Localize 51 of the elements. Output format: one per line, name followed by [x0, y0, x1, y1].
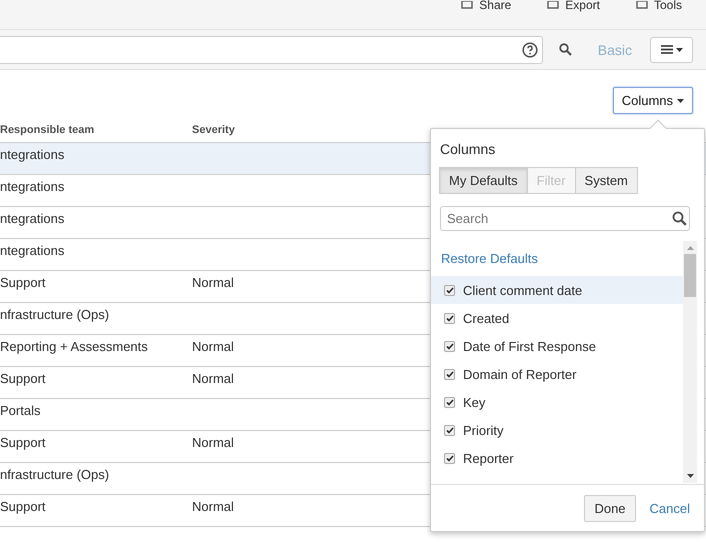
toolbar-action[interactable]: Export — [547, 0, 600, 12]
menu-icon — [660, 45, 672, 54]
checkbox[interactable] — [444, 424, 455, 436]
checkbox[interactable] — [444, 452, 455, 464]
checkbox[interactable] — [444, 396, 455, 408]
columns-button[interactable]: Columns — [612, 87, 693, 114]
popup-title: Columns — [440, 141, 496, 157]
checkbox[interactable] — [444, 284, 455, 296]
column-option[interactable]: Date of First Response — [431, 332, 683, 360]
toolbar-action[interactable]: Share — [461, 0, 512, 12]
table-cell-text: ntegrations — [0, 179, 64, 196]
search-icon — [672, 211, 687, 226]
scroll-down-icon[interactable] — [686, 474, 694, 478]
table-cell-text: Normal — [192, 371, 234, 388]
table-cell-text: Normal — [192, 499, 234, 516]
caret-icon — [676, 48, 682, 52]
menu-button[interactable] — [650, 36, 693, 62]
table-cell-text: Normal — [192, 339, 234, 356]
toolbar-action[interactable]: Tools — [636, 0, 682, 12]
tab[interactable]: System — [574, 167, 638, 194]
search-icon — [558, 43, 572, 56]
scrollbar-thumb[interactable] — [684, 254, 696, 297]
checkbox[interactable] — [444, 312, 455, 324]
search-button[interactable] — [558, 43, 572, 56]
table-cell-text: Support — [0, 499, 46, 516]
table-cell-text: Normal — [192, 275, 234, 292]
tab[interactable]: My Defaults — [439, 167, 528, 194]
cancel-link[interactable]: Cancel — [650, 500, 690, 516]
checkbox[interactable] — [444, 340, 455, 352]
caret-icon — [677, 98, 684, 102]
scrollbar[interactable] — [683, 241, 697, 483]
table-cell-text: Support — [0, 435, 46, 452]
table-cell-text: Portals — [0, 403, 40, 420]
table-cell-text: nfrastructure (Ops) — [0, 467, 110, 484]
query-input-field[interactable] — [0, 36, 543, 64]
search-field[interactable]: Search — [440, 206, 690, 231]
table-cell-text: ntegrations — [0, 211, 64, 228]
done-button[interactable]: Done — [584, 494, 636, 522]
table-cell-text: Support — [0, 371, 46, 388]
table-cell-text: ntegrations — [0, 243, 64, 260]
table-cell-text: Support — [0, 275, 46, 292]
table-cell-text: Reporting + Assessments — [0, 339, 148, 356]
column-option[interactable]: Created — [431, 304, 683, 332]
table-cell-text: Normal — [192, 435, 234, 452]
table-cell-text: nfrastructure (Ops) — [0, 307, 110, 324]
restore-defaults-link[interactable]: Restore Defaults — [441, 251, 683, 266]
column-header[interactable]: Responsible team — [0, 124, 192, 138]
table-cell-text: ntegrations — [0, 147, 64, 164]
column-option[interactable]: Client comment date — [431, 276, 683, 304]
help-icon[interactable] — [522, 42, 538, 58]
checkbox[interactable] — [444, 368, 455, 380]
